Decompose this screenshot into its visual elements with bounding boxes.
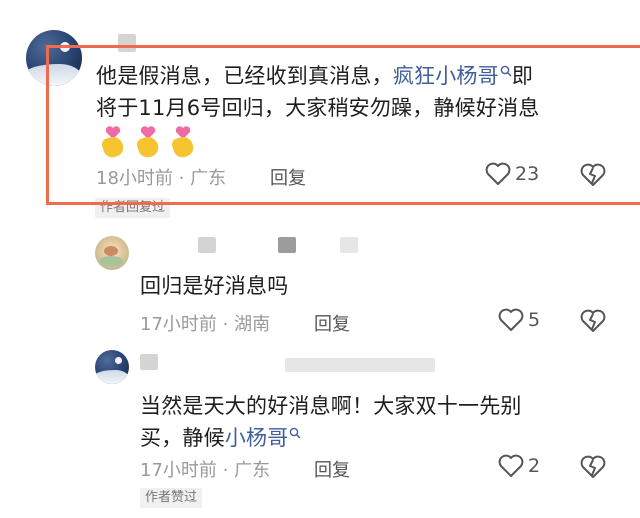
- fingers-crossed-emoji: [100, 126, 126, 160]
- heart-outline-icon: [498, 454, 524, 477]
- fingers-crossed-emoji: [170, 126, 196, 160]
- username-blurred[interactable]: [278, 237, 296, 253]
- comment-text: 当然是天大的好消息啊！大家双十一先别 买，静候小杨哥: [140, 394, 522, 451]
- user-mention-link[interactable]: 小杨哥: [225, 426, 289, 450]
- author-replied-badge: 作者回复过: [95, 198, 171, 218]
- dislike-button[interactable]: [580, 455, 606, 483]
- heart-outline-icon: [498, 308, 524, 331]
- like-button[interactable]: 5: [498, 308, 540, 332]
- dislike-button[interactable]: [580, 163, 606, 191]
- dislike-button[interactable]: [580, 309, 606, 337]
- heart-break-icon: [580, 163, 606, 186]
- username-blurred[interactable]: [140, 354, 158, 370]
- username-blurred[interactable]: [340, 237, 358, 253]
- like-button[interactable]: 23: [485, 162, 539, 186]
- search-icon[interactable]: [500, 57, 512, 89]
- avatar[interactable]: [95, 350, 129, 384]
- like-count: 2: [528, 455, 541, 477]
- user-mention-link[interactable]: 疯狂小杨哥: [393, 64, 499, 88]
- author-liked-badge: 作者赞过: [140, 488, 203, 508]
- username-blurred[interactable]: [285, 358, 435, 372]
- like-button[interactable]: 2: [498, 454, 540, 478]
- heart-break-icon: [580, 309, 606, 332]
- avatar[interactable]: [95, 236, 129, 270]
- comment-meta: 17小时前 · 湖南: [140, 314, 271, 335]
- fingers-crossed-emoji: [135, 126, 161, 160]
- heart-outline-icon: [485, 162, 511, 185]
- like-count: 23: [515, 163, 540, 185]
- comment-text: 回归是好消息吗: [140, 274, 289, 298]
- reply-button[interactable]: 回复: [314, 310, 350, 336]
- comment-meta: 18小时前 · 广东: [96, 168, 227, 189]
- heart-break-icon: [580, 455, 606, 478]
- avatar[interactable]: [26, 30, 82, 86]
- username-blurred[interactable]: [118, 34, 136, 52]
- reply-button[interactable]: 回复: [314, 456, 350, 482]
- reply-button[interactable]: 回复: [270, 164, 306, 190]
- comment-text: 他是假消息，已经收到真消息，疯狂小杨哥 即 将于11月6号回归，大家稍安勿躁，静…: [96, 60, 636, 124]
- like-count: 5: [528, 309, 541, 331]
- search-icon[interactable]: [289, 419, 301, 451]
- comment-meta: 17小时前 · 广东: [140, 460, 271, 481]
- username-blurred[interactable]: [198, 237, 216, 253]
